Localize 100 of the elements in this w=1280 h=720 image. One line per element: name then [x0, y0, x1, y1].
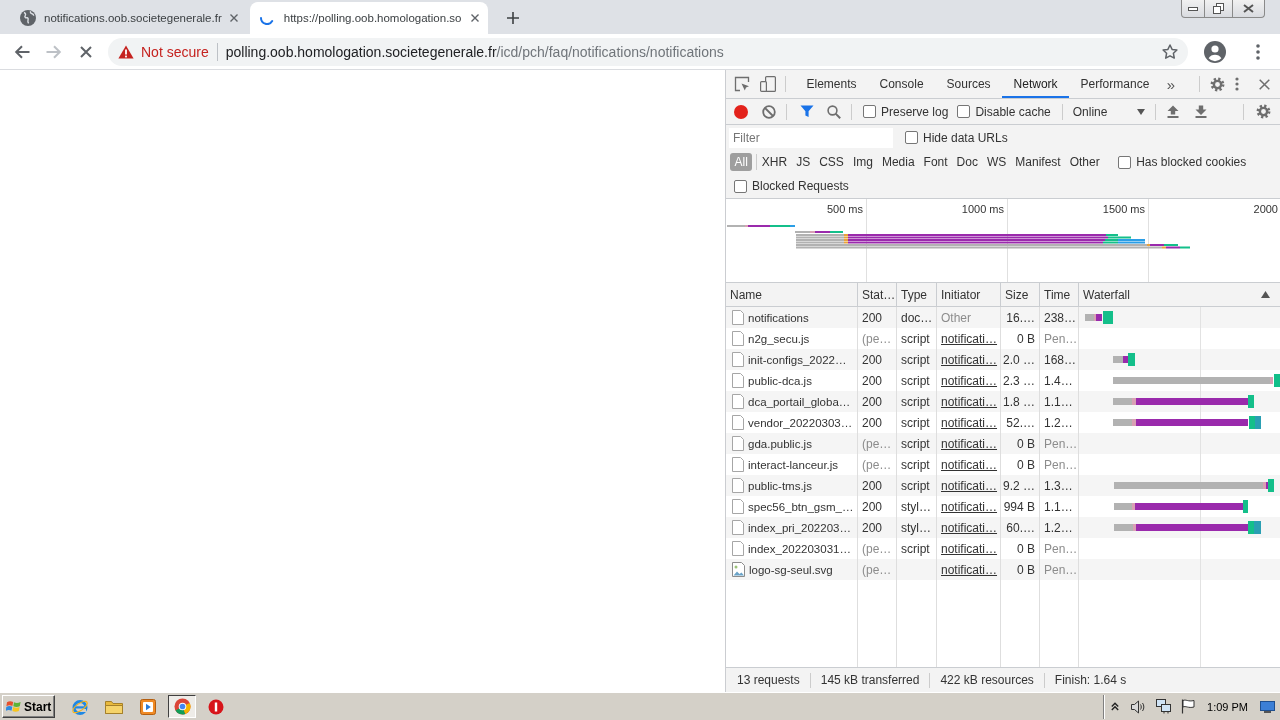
browser-tab[interactable]: https://polling.oob.homologation.so	[249, 2, 489, 34]
taskbar-button[interactable]	[168, 695, 196, 718]
column-header[interactable]: Size	[1001, 283, 1040, 306]
upload-icon[interactable]	[1166, 105, 1179, 118]
type-filter[interactable]: Media	[877, 153, 920, 171]
column-header[interactable]: Name	[726, 283, 858, 306]
checkbox-label[interactable]: Hide data URLs	[923, 130, 1008, 145]
settings-icon[interactable]	[1210, 76, 1225, 92]
browser-tab[interactable]: notifications.oob.societegenerale.fr	[8, 2, 247, 34]
type-filter[interactable]: Doc	[952, 153, 983, 171]
waterfall-bar	[1085, 311, 1113, 324]
type-filter[interactable]: WS	[982, 153, 1011, 171]
column-header[interactable]: Time	[1040, 283, 1079, 306]
file-name[interactable]: public-dca.js	[748, 374, 812, 387]
initiator-link[interactable]: notificati…	[941, 541, 998, 556]
initiator-link[interactable]: notificati…	[941, 457, 998, 472]
initiator-link[interactable]: notificati…	[941, 415, 998, 430]
blocked-requests-checkbox[interactable]	[734, 179, 747, 193]
checkbox-label[interactable]: Has blocked cookies	[1136, 155, 1247, 169]
file-name[interactable]: init-configs_2022…	[748, 353, 847, 366]
close-window-button[interactable]	[1233, 0, 1265, 18]
initiator-link[interactable]: notificati…	[941, 478, 998, 493]
settings-icon[interactable]	[1256, 104, 1271, 119]
chevron-up-icon[interactable]	[1111, 702, 1120, 711]
file-name[interactable]: n2g_secu.js	[748, 332, 810, 345]
file-name[interactable]: gda.public.js	[748, 437, 812, 450]
initiator-link[interactable]: notificati…	[941, 562, 998, 577]
tick-label: 500 ms	[826, 203, 863, 215]
type-filter[interactable]: Other	[1065, 153, 1105, 171]
column-header[interactable]: Initiator	[937, 283, 1001, 306]
flag-icon[interactable]	[1181, 699, 1196, 714]
devtools-tab[interactable]: Elements	[795, 70, 869, 98]
new-tab-icon[interactable]	[507, 11, 520, 24]
devtools-tab[interactable]: Network	[1002, 70, 1070, 98]
initiator-link[interactable]: notificati…	[941, 394, 998, 409]
filter-input[interactable]: Filter	[729, 127, 893, 148]
show-desktop-icon[interactable]	[1260, 700, 1275, 713]
disable-cache-checkbox[interactable]	[957, 105, 971, 118]
hide-data-urls-checkbox[interactable]	[905, 131, 918, 144]
initiator-link[interactable]: notificati…	[941, 499, 998, 514]
checkbox-label[interactable]: Preserve log	[881, 104, 949, 119]
record-icon[interactable]	[734, 104, 748, 119]
initiator-link[interactable]: notificati…	[941, 520, 998, 535]
download-icon[interactable]	[1194, 105, 1207, 118]
preserve-log-checkbox[interactable]	[863, 105, 876, 118]
file-name[interactable]: spec56_btn_gsm_…	[748, 500, 854, 513]
more-options-icon[interactable]	[1235, 77, 1239, 91]
type-filter[interactable]: CSS	[814, 153, 849, 171]
clock-text[interactable]: 1:09 PM	[1207, 700, 1248, 713]
initiator-link[interactable]: notificati…	[941, 373, 998, 388]
filter-icon[interactable]	[800, 105, 814, 118]
menu-icon[interactable]	[1256, 43, 1260, 60]
start-button[interactable]: Start	[2, 695, 55, 718]
file-name[interactable]: index_202203031…	[748, 542, 851, 555]
resource-size: 16.…	[1006, 310, 1035, 325]
back-arrow-icon[interactable]	[14, 44, 30, 59]
file-name[interactable]: index_pri_202203…	[748, 521, 851, 534]
column-header[interactable]: Type	[897, 283, 937, 306]
file-name[interactable]: public-tms.js	[748, 479, 812, 492]
inspect-icon[interactable]	[734, 76, 750, 92]
minimize-button[interactable]	[1181, 0, 1205, 18]
play-icon	[140, 698, 156, 715]
initiator-link[interactable]: notificati…	[941, 436, 998, 451]
network-icon[interactable]	[1156, 699, 1172, 714]
devtools-tab[interactable]: Console	[868, 70, 936, 98]
more-tabs-button[interactable]: »	[1162, 75, 1180, 93]
restore-button[interactable]	[1205, 0, 1233, 18]
devtools-tab[interactable]: Sources	[935, 70, 1003, 98]
speaker-icon[interactable]	[1131, 699, 1147, 714]
initiator-link[interactable]: notificati…	[941, 352, 998, 367]
file-name[interactable]: notifications	[748, 311, 809, 324]
device-toolbar-icon[interactable]	[760, 76, 776, 92]
file-name[interactable]: vendor_20220303…	[748, 416, 853, 429]
file-name[interactable]: logo-sg-seul.svg	[749, 563, 833, 576]
stop-loading-icon[interactable]	[80, 45, 92, 58]
file-name[interactable]: interact-lanceur.js	[748, 458, 839, 471]
blocked-cookies-checkbox[interactable]	[1118, 155, 1132, 169]
checkbox-label[interactable]: Disable cache	[975, 104, 1051, 119]
file-name[interactable]: dca_portail_globa…	[748, 395, 851, 408]
type-filter[interactable]: XHR	[757, 153, 792, 171]
type-filter[interactable]: Manifest	[1010, 153, 1066, 171]
column-header[interactable]: Waterfall	[1079, 283, 1280, 306]
type-filter[interactable]: Font	[919, 153, 953, 171]
close-icon[interactable]	[471, 14, 480, 22]
address-bar[interactable]: Not secure polling.oob.homologation.societegenerale.fr/icd/pch/faq/notifications/notifications	[108, 37, 1188, 66]
initiator-link[interactable]: notificati…	[941, 331, 998, 346]
close-icon[interactable]	[1259, 78, 1270, 90]
resource-size: 9.2 …	[1003, 478, 1035, 493]
type-filter[interactable]: JS	[791, 153, 815, 171]
type-filter[interactable]: Img	[848, 153, 878, 171]
close-icon[interactable]	[229, 14, 238, 22]
search-icon[interactable]	[827, 104, 841, 119]
profile-icon[interactable]	[1204, 40, 1226, 63]
clear-icon[interactable]	[762, 104, 776, 119]
devtools-tab[interactable]: Performance	[1069, 70, 1161, 98]
throttling-dropdown[interactable]: Online	[1069, 104, 1150, 119]
initiator-text: Other	[941, 310, 971, 325]
column-header[interactable]: Stat…	[858, 283, 897, 306]
checkbox-label[interactable]: Blocked Requests	[752, 179, 849, 193]
star-icon[interactable]	[1162, 43, 1178, 60]
